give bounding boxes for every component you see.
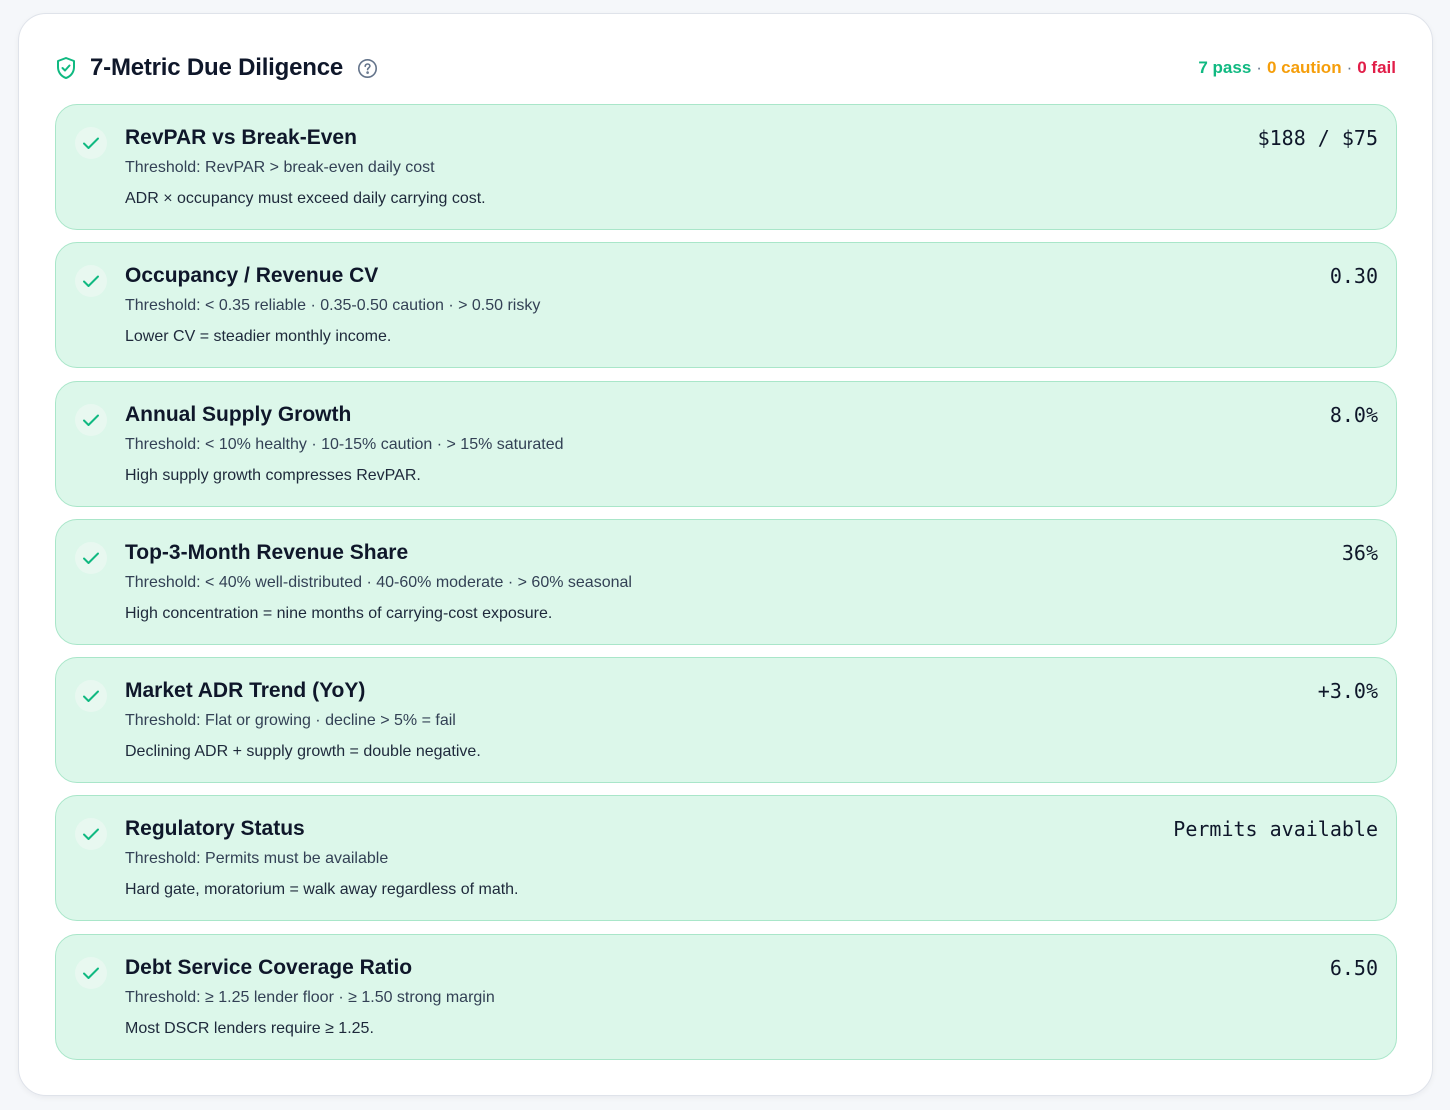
metric-threshold: Threshold: < 0.35 reliable · 0.35-0.50 c…	[125, 297, 541, 315]
summary-separator: ·	[1256, 58, 1262, 77]
due-diligence-card: 7-Metric Due Diligence 7 pass · 0 caution ·…	[18, 13, 1433, 1096]
help-circle-icon[interactable]	[357, 58, 378, 79]
metric-title: Market ADR Trend (YoY)	[125, 679, 366, 703]
metric-note: ADR × occupancy must exceed daily carryi…	[125, 190, 486, 207]
metric-note: High concentration = nine months of carr…	[125, 604, 553, 622]
check-icon	[75, 127, 107, 159]
card-header: 7-Metric Due Diligence 7 pass · 0 caution ·…	[55, 52, 1396, 84]
summary-separator: ·	[1346, 58, 1353, 77]
metric-note: Most DSCR lenders require ≥ 1.25.	[125, 1019, 374, 1037]
metric-row-adr-trend: Market ADR Trend (YoY) Threshold: Flat o…	[55, 657, 1397, 784]
check-icon	[75, 403, 107, 436]
metric-threshold: Threshold: < 40% well-distributed · 40-6…	[125, 573, 632, 591]
metric-row-dscr: Debt Service Coverage Ratio Threshold: ≥…	[55, 933, 1397, 1060]
metric-value: 8.0%	[1329, 402, 1378, 427]
pass-count: 7 pass	[1198, 58, 1252, 77]
check-icon	[75, 818, 107, 851]
shield-check-icon	[55, 56, 77, 80]
metric-row-revenue-share: Top-3-Month Revenue Share Threshold: < 4…	[55, 518, 1397, 645]
metric-value: $188 / $75	[1257, 126, 1378, 150]
metric-note: Declining ADR + supply growth = double n…	[125, 743, 481, 761]
caution-count: 0 caution	[1266, 58, 1342, 77]
fail-count: 0 fail	[1357, 58, 1396, 77]
metric-threshold: Threshold: < 10% healthy · 10-15% cautio…	[125, 435, 564, 453]
metric-value: 0.30	[1329, 264, 1378, 289]
metric-value: 36%	[1341, 540, 1378, 565]
metric-value: Permits available	[1173, 817, 1378, 842]
metric-threshold: Threshold: Flat or growing · decline > 5…	[125, 712, 456, 730]
check-icon	[75, 956, 107, 989]
metric-title: Occupancy / Revenue CV	[125, 264, 379, 288]
metric-title: Top-3-Month Revenue Share	[125, 540, 409, 564]
check-icon	[75, 265, 107, 298]
metric-note: Lower CV = steadier monthly income.	[125, 328, 392, 346]
metric-title: Debt Service Coverage Ratio	[125, 955, 413, 979]
metric-title: Annual Supply Growth	[125, 402, 352, 426]
metric-threshold: Threshold: ≥ 1.25 lender floor · ≥ 1.50 …	[125, 988, 495, 1006]
metric-title: RevPAR vs Break-Even	[125, 126, 357, 149]
metric-threshold: Threshold: Permits must be available	[125, 850, 389, 868]
metric-value: +3.0%	[1317, 679, 1378, 704]
metric-threshold: Threshold: RevPAR > break-even daily cos…	[125, 159, 435, 176]
metric-row-occupancy-cv: Occupancy / Revenue CV Threshold: < 0.35…	[55, 242, 1397, 369]
metric-value: 6.50	[1329, 955, 1378, 980]
metric-list: RevPAR vs Break-Even Threshold: RevPAR >…	[55, 104, 1397, 1072]
page-title: 7-Metric Due Diligence	[90, 54, 344, 81]
status-summary: 7 pass · 0 caution · 0 fail	[1198, 58, 1396, 78]
metric-row-revpar: RevPAR vs Break-Even Threshold: RevPAR >…	[55, 104, 1397, 230]
metric-row-regulatory: Regulatory Status Threshold: Permits mus…	[55, 795, 1397, 922]
metric-row-supply-growth: Annual Supply Growth Threshold: < 10% he…	[55, 380, 1397, 507]
metric-title: Regulatory Status	[125, 817, 305, 841]
metric-note: High supply growth compresses RevPAR.	[125, 466, 421, 484]
check-icon	[75, 680, 107, 713]
check-icon	[75, 541, 107, 574]
metric-note: Hard gate, moratorium = walk away regard…	[125, 881, 519, 899]
